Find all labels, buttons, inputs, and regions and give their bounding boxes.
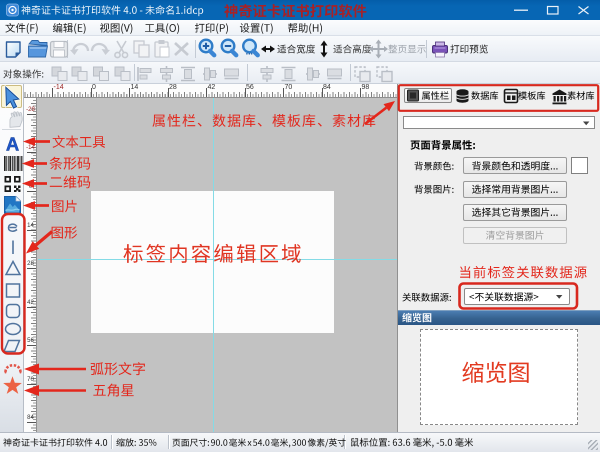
svg-text:A: A: [6, 134, 19, 155]
